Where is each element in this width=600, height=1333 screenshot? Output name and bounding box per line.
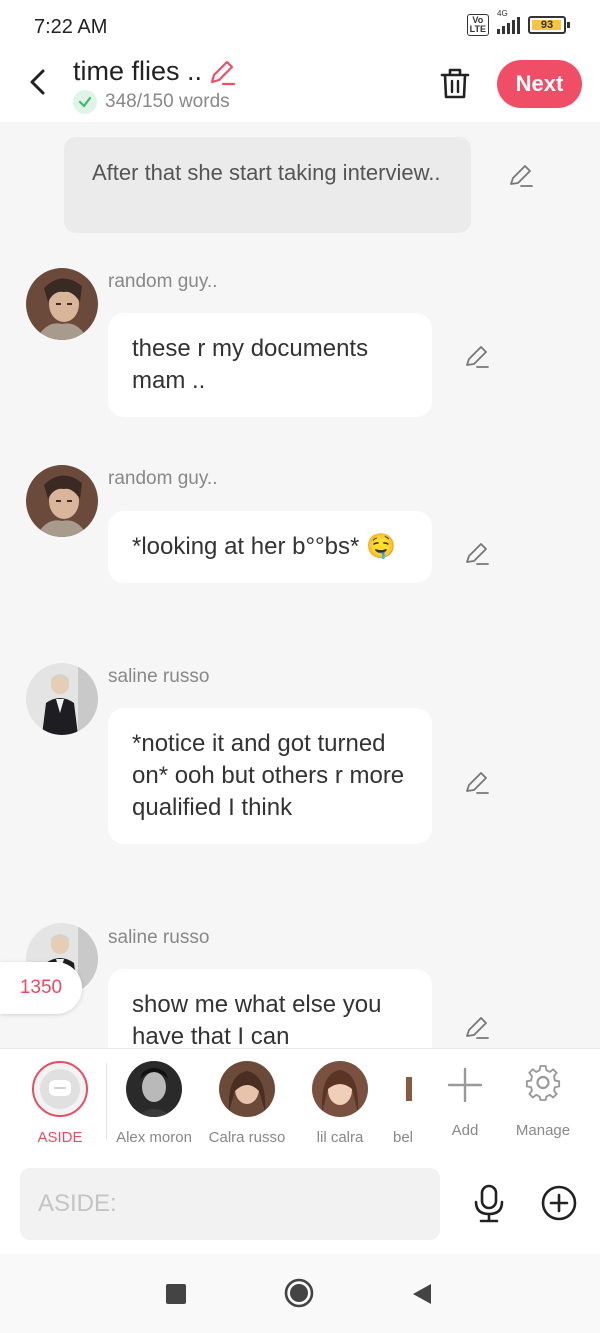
chat-area[interactable]: After that she start taking interview.. … — [0, 122, 600, 1048]
aside-input[interactable] — [20, 1168, 440, 1240]
character-avatar — [386, 1061, 420, 1117]
character-item[interactable]: lil calra — [306, 1061, 374, 1146]
story-title[interactable]: time flies .. — [73, 56, 202, 87]
character-avatar — [126, 1061, 182, 1117]
character-avatar — [219, 1061, 275, 1117]
character-count-badge[interactable]: 1350 — [0, 962, 82, 1014]
input-row — [0, 1158, 600, 1254]
manage-label: Manage — [515, 1122, 571, 1139]
edit-icon[interactable] — [508, 162, 534, 188]
message-bubble[interactable]: these r my documents mam .. — [108, 313, 432, 417]
back-arrow-icon[interactable] — [24, 66, 52, 98]
word-count-row: 348/150 words — [73, 90, 230, 114]
trash-icon[interactable] — [438, 65, 472, 101]
character-label: Calra russo — [208, 1129, 286, 1146]
sender-name: saline russo — [108, 666, 210, 687]
character-avatar — [312, 1061, 368, 1117]
message-bubble[interactable]: *notice it and got turned on* ooh but ot… — [108, 708, 432, 844]
microphone-icon[interactable] — [470, 1184, 508, 1224]
divider — [106, 1063, 107, 1139]
signal-icon: 4G — [497, 9, 520, 34]
character-item[interactable]: Alex moron — [114, 1061, 194, 1146]
nav-back-icon[interactable] — [411, 1282, 433, 1306]
chat-bubble-icon — [49, 1080, 71, 1096]
status-icons: Vo LTE 4G 93 — [466, 9, 570, 36]
system-navigation-bar — [0, 1254, 600, 1333]
battery-level: 93 — [540, 19, 554, 31]
plus-icon — [447, 1067, 483, 1103]
word-count: 348/150 words — [105, 91, 230, 112]
avatar-saline-russo[interactable] — [26, 663, 98, 735]
character-label: lil calra — [316, 1129, 364, 1146]
sender-name: random guy.. — [108, 271, 218, 292]
edit-icon[interactable] — [464, 540, 490, 566]
character-item[interactable]: bel — [386, 1061, 420, 1146]
recent-apps-icon[interactable] — [166, 1284, 186, 1304]
story-header: time flies .. 348/150 words Next — [0, 56, 600, 122]
status-bar: 7:22 AM Vo LTE 4G 93 — [0, 0, 600, 56]
character-bar: ASIDE Alex moron Calra russo lil calra b… — [0, 1048, 600, 1160]
sender-name: random guy.. — [108, 468, 218, 489]
add-character-button[interactable]: Add — [436, 1061, 494, 1139]
home-icon[interactable] — [284, 1278, 314, 1308]
message-bubble[interactable]: *looking at her b°°bs* 🤤 — [108, 511, 432, 583]
add-circle-icon[interactable] — [540, 1184, 578, 1222]
title-row: time flies .. — [73, 56, 236, 87]
avatar-random-guy[interactable] — [26, 465, 98, 537]
sender-name: saline russo — [108, 927, 210, 948]
manage-characters-button[interactable]: Manage — [512, 1061, 574, 1139]
aside-avatar — [32, 1061, 88, 1117]
volte-icon: Vo LTE — [466, 14, 489, 36]
check-icon — [73, 90, 97, 114]
status-time: 7:22 AM — [34, 16, 108, 38]
aside-character[interactable]: ASIDE — [30, 1061, 90, 1146]
character-label: Alex moron — [116, 1129, 192, 1146]
edit-icon[interactable] — [464, 1014, 490, 1040]
edit-icon[interactable] — [464, 769, 490, 795]
character-item[interactable]: Calra russo — [206, 1061, 288, 1146]
edit-icon[interactable] — [464, 343, 490, 369]
next-button[interactable]: Next — [497, 60, 582, 108]
battery-icon: 93 — [528, 16, 570, 34]
aside-label: ASIDE — [37, 1129, 83, 1146]
network-label: 4G — [497, 9, 508, 18]
edit-title-icon[interactable] — [208, 58, 236, 86]
add-label: Add — [451, 1122, 479, 1139]
message-bubble[interactable]: show me what else you have that I can — [108, 969, 432, 1048]
avatar-random-guy[interactable] — [26, 268, 98, 340]
character-label: bel — [392, 1129, 414, 1146]
narration-bubble[interactable]: After that she start taking interview.. — [64, 137, 471, 233]
gear-icon — [525, 1065, 561, 1101]
